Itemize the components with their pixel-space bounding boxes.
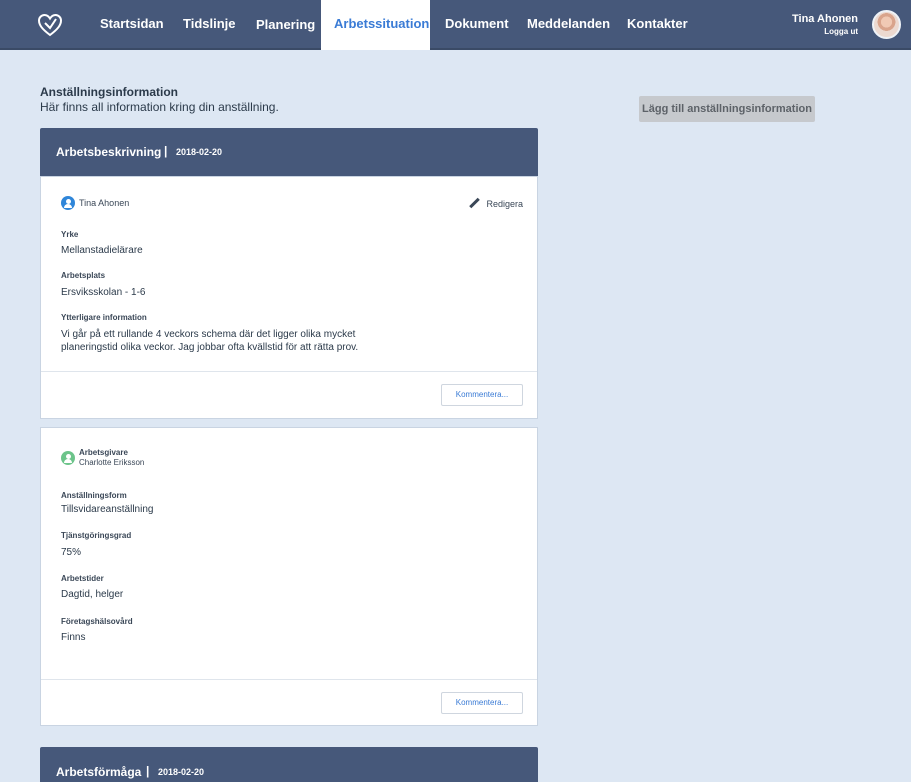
pencil-icon: [469, 198, 480, 209]
edit-button[interactable]: Redigera: [469, 198, 523, 209]
field-value-anstallningsform: Tillsvidareanställning: [61, 504, 154, 515]
employer-role: Arbetsgivare: [79, 448, 128, 457]
page-subtitle: Här finns all information kring din anst…: [40, 100, 279, 114]
card-header-arbetsformaga: Arbetsförmåga | 2018-02-20: [40, 747, 538, 782]
field-label-yrke: Yrke: [61, 230, 79, 239]
nav-planering[interactable]: Planering: [256, 1, 315, 51]
field-label-anstallningsform: Anställningsform: [61, 491, 127, 500]
nav-startsidan[interactable]: Startsidan: [100, 0, 164, 50]
field-label-tjanstgoringsgrad: Tjänstgöringsgrad: [61, 531, 132, 540]
person-circle-icon: [61, 196, 75, 210]
add-employment-info-button[interactable]: Lägg till anställningsinformation: [639, 96, 815, 122]
comment-button[interactable]: Kommentera...: [441, 692, 523, 714]
card-arbetsbeskrivning: Tina Ahonen Redigera Yrke Mellanstadielä…: [40, 176, 538, 419]
card-title: Arbetsbeskrivning: [56, 145, 162, 159]
edit-label: Redigera: [486, 198, 523, 209]
card-header-arbetsbeskrivning: Arbetsbeskrivning | 2018-02-20: [40, 128, 538, 176]
page-title: Anställningsinformation: [40, 85, 178, 99]
author-name: Tina Ahonen: [79, 198, 130, 208]
card-arbetsgivare: Arbetsgivare Charlotte Eriksson Anställn…: [40, 427, 538, 726]
employer-name: Charlotte Eriksson: [79, 458, 145, 467]
field-value-ytterligare-line2: planeringstid olika veckor. Jag jobbar o…: [61, 342, 359, 353]
card-title-separator: |: [146, 764, 150, 778]
user-menu: Tina Ahonen Logga ut: [781, 10, 901, 40]
field-label-ytterligare: Ytterligare information: [61, 313, 147, 322]
avatar[interactable]: [872, 10, 901, 39]
nav-dokument[interactable]: Dokument: [445, 0, 509, 50]
field-label-foretagshalsovard: Företagshälsovård: [61, 617, 133, 626]
top-navigation: Startsidan Tidslinje Planering Arbetssit…: [0, 0, 911, 50]
nav-arbetssituation[interactable]: Arbetssituation: [321, 0, 430, 50]
field-value-yrke: Mellanstadielärare: [61, 245, 143, 256]
nav-tidslinje[interactable]: Tidslinje: [183, 0, 236, 50]
field-label-arbetsplats: Arbetsplats: [61, 271, 106, 280]
heart-logo-icon[interactable]: [36, 11, 64, 39]
author: Tina Ahonen: [61, 196, 129, 210]
card-title: Arbetsförmåga: [56, 765, 142, 779]
logout-link[interactable]: Logga ut: [824, 27, 858, 36]
employer-author: Arbetsgivare Charlotte Eriksson: [61, 448, 144, 468]
nav-meddelanden[interactable]: Meddelanden: [527, 0, 610, 50]
card-date: 2018-02-20: [158, 767, 205, 777]
person-circle-icon: [61, 451, 75, 465]
divider: [41, 371, 537, 372]
user-name[interactable]: Tina Ahonen: [792, 13, 858, 25]
field-value-arbetsplats: Ersviksskolan - 1-6: [61, 287, 146, 298]
card-title-separator: |: [164, 144, 168, 158]
field-value-tjanstgoringsgrad: 75%: [61, 547, 82, 558]
field-value-ytterligare-line1: Vi går på ett rullande 4 veckors schema …: [61, 329, 356, 340]
divider: [41, 679, 537, 680]
comment-button[interactable]: Kommentera...: [441, 384, 523, 406]
field-value-foretagshalsovard: Finns: [61, 632, 86, 643]
nav-kontakter[interactable]: Kontakter: [627, 0, 688, 50]
card-date: 2018-02-20: [176, 147, 223, 157]
field-value-arbetstider: Dagtid, helger: [61, 589, 124, 600]
field-label-arbetstider: Arbetstider: [61, 574, 104, 583]
